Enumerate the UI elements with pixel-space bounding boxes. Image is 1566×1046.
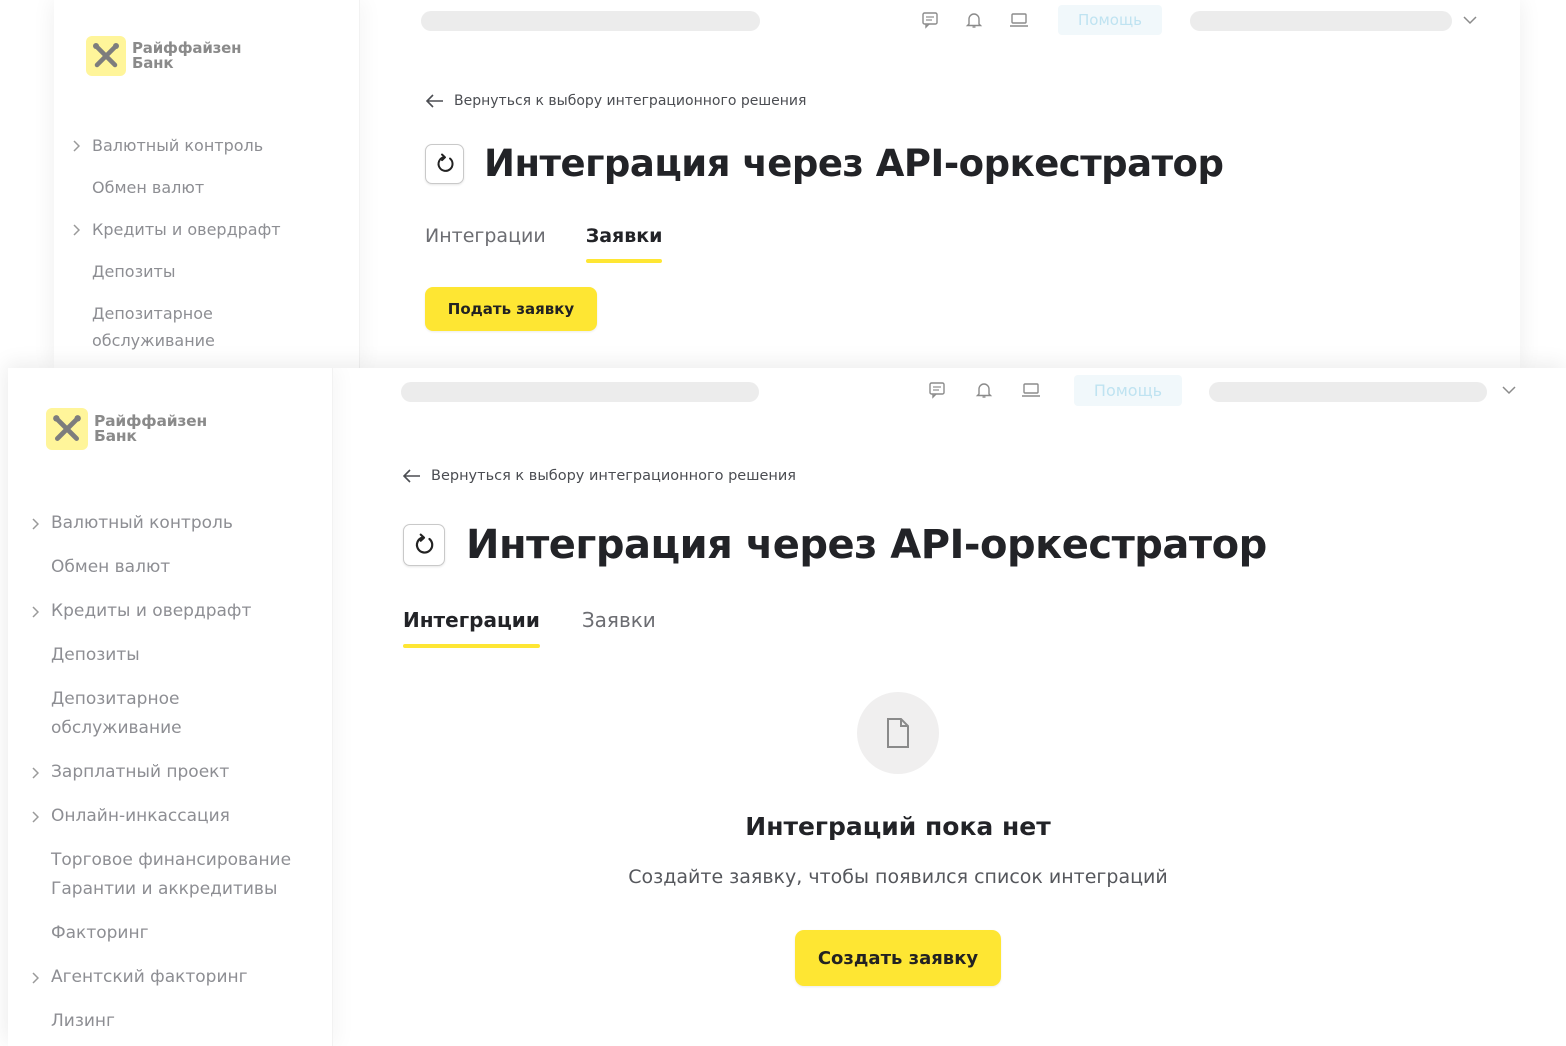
submit-request-button[interactable]: Подать заявку xyxy=(425,287,597,331)
bell-icon[interactable] xyxy=(964,10,984,30)
screen-integrations-tab: Райффайзен Банк Валютный контроль Обмен … xyxy=(8,368,1566,1046)
tab-integrations[interactable]: Интеграции xyxy=(403,608,540,648)
sidebar-nav: Валютный контроль Обмен валют Кредиты и … xyxy=(73,131,281,355)
sidebar-item-label: обслуживание xyxy=(51,718,182,738)
bank-name-line2: Банк xyxy=(132,54,174,72)
chevron-right-icon xyxy=(29,963,41,992)
refresh-icon[interactable] xyxy=(425,143,464,184)
sidebar-item-credits[interactable]: Кредиты и овердрафт xyxy=(73,215,281,244)
sidebar-item-label: Валютный контроль xyxy=(51,513,233,533)
chevron-down-icon[interactable] xyxy=(1501,382,1517,398)
sidebar-item-label: Торговое финансирование xyxy=(51,850,292,870)
sidebar-item-salary-project[interactable]: Зарплатный проект xyxy=(32,758,291,787)
sidebar-item-deposits[interactable]: Депозиты xyxy=(92,257,281,286)
sidebar-item-label: Валютный контроль xyxy=(92,136,264,155)
chevron-down-icon[interactable] xyxy=(1462,12,1478,28)
back-link[interactable]: Вернуться к выбору интеграционного решен… xyxy=(403,468,796,484)
top-header: Помощь xyxy=(360,0,1520,40)
page-title: Интеграция через API-оркестратор xyxy=(466,522,1267,568)
chat-icon[interactable] xyxy=(920,10,940,30)
chevron-right-icon xyxy=(29,509,41,538)
tab-requests[interactable]: Заявки xyxy=(582,608,656,642)
tabs: Интеграции Заявки xyxy=(425,225,662,263)
sidebar-item-label: Кредиты и овердрафт xyxy=(51,601,252,621)
account-selector-skeleton[interactable] xyxy=(1209,382,1487,402)
back-link[interactable]: Вернуться к выбору интеграционного решен… xyxy=(426,93,806,109)
top-header: Помощь xyxy=(333,368,1566,408)
back-link-label: Вернуться к выбору интеграционного решен… xyxy=(431,468,797,484)
help-button[interactable]: Помощь xyxy=(1074,375,1182,406)
sidebar-item-depositary[interactable]: Депозитарное обслуживание xyxy=(92,299,281,355)
chevron-right-icon xyxy=(29,597,41,626)
page-title: Интеграция через API-оркестратор xyxy=(484,142,1224,185)
tab-requests[interactable]: Заявки xyxy=(585,225,662,263)
sidebar-item-credits[interactable]: Кредиты и овердрафт xyxy=(32,597,291,626)
monitor-icon[interactable] xyxy=(1021,380,1041,400)
sidebar-item-agent-factoring[interactable]: Агентский факторинг xyxy=(32,963,291,992)
sidebar-item-label: Агентский факторинг xyxy=(51,967,248,987)
sidebar: Райффайзен Банк Валютный контроль Обмен … xyxy=(8,368,333,1046)
chevron-right-icon xyxy=(29,758,41,787)
bank-logo[interactable]: Райффайзен Банк xyxy=(86,36,241,76)
sidebar: Райффайзен Банк Валютный контроль Обмен … xyxy=(54,0,360,368)
bank-name: Райффайзен Банк xyxy=(94,413,207,445)
empty-state: Интеграций пока нет Создайте заявку, что… xyxy=(403,688,1393,1028)
sidebar-item-currency-exchange[interactable]: Обмен валют xyxy=(92,173,281,202)
chevron-right-icon xyxy=(29,802,41,831)
sidebar-item-label: Гарантии и аккредитивы xyxy=(51,879,278,899)
sidebar-item-trade-finance[interactable]: Торговое финансирование Гарантии и аккре… xyxy=(51,846,291,904)
sidebar-item-leasing[interactable]: Лизинг xyxy=(51,1007,291,1036)
sidebar-item-label: Депозитарное xyxy=(51,689,180,709)
back-link-label: Вернуться к выбору интеграционного решен… xyxy=(454,93,807,109)
document-icon xyxy=(857,692,939,774)
screen-requests-tab: Райффайзен Банк Валютный контроль Обмен … xyxy=(54,0,1520,368)
sidebar-item-label: Факторинг xyxy=(51,923,149,943)
page-header: Интеграция через API-оркестратор xyxy=(403,522,1267,568)
chat-icon[interactable] xyxy=(927,380,947,400)
sidebar-item-depositary[interactable]: Депозитарное обслуживание xyxy=(51,685,291,743)
bank-name: Райффайзен Банк xyxy=(132,41,241,71)
sidebar-item-label: Зарплатный проект xyxy=(51,762,230,782)
arrow-left-icon xyxy=(426,94,443,108)
bank-name-line2: Банк xyxy=(94,427,137,445)
sidebar-item-label: обслуживание xyxy=(92,331,215,350)
chevron-right-icon xyxy=(70,215,82,244)
tab-integrations[interactable]: Интеграции xyxy=(425,225,546,257)
sidebar-item-label: Лизинг xyxy=(51,1011,115,1031)
sidebar-item-currency-control[interactable]: Валютный контроль xyxy=(73,131,281,160)
create-request-button[interactable]: Создать заявку xyxy=(795,930,1001,986)
sidebar-item-label: Обмен валют xyxy=(92,178,205,197)
sidebar-item-label: Депозитарное xyxy=(92,304,213,323)
sidebar-nav: Валютный контроль Обмен валют Кредиты и … xyxy=(32,509,291,1036)
page-header: Интеграция через API-оркестратор xyxy=(425,142,1224,185)
tabs: Интеграции Заявки xyxy=(403,608,656,648)
search-placeholder-skeleton xyxy=(401,382,759,402)
sidebar-item-factoring[interactable]: Факторинг xyxy=(51,919,291,948)
bell-icon[interactable] xyxy=(974,380,994,400)
monitor-icon[interactable] xyxy=(1009,10,1029,30)
chevron-right-icon xyxy=(70,131,82,160)
sidebar-item-label: Онлайн-инкассация xyxy=(51,806,230,826)
search-placeholder-skeleton xyxy=(421,11,760,31)
arrow-left-icon xyxy=(403,469,420,483)
empty-state-title: Интеграций пока нет xyxy=(745,812,1051,841)
sidebar-item-currency-exchange[interactable]: Обмен валют xyxy=(51,553,291,582)
sidebar-item-deposits[interactable]: Депозиты xyxy=(51,641,291,670)
sidebar-item-label: Депозиты xyxy=(51,645,140,665)
refresh-icon[interactable] xyxy=(403,524,445,566)
raiffeisen-logo-icon xyxy=(86,36,126,76)
raiffeisen-logo-icon xyxy=(46,408,88,450)
bank-logo[interactable]: Райффайзен Банк xyxy=(46,408,207,450)
empty-state-subtitle: Создайте заявку, чтобы появился список и… xyxy=(628,866,1168,888)
sidebar-item-currency-control[interactable]: Валютный контроль xyxy=(32,509,291,538)
help-button[interactable]: Помощь xyxy=(1058,5,1162,35)
sidebar-item-label: Депозиты xyxy=(92,262,176,281)
account-selector-skeleton[interactable] xyxy=(1190,11,1452,31)
sidebar-item-label: Обмен валют xyxy=(51,557,171,577)
sidebar-item-label: Кредиты и овердрафт xyxy=(92,220,281,239)
sidebar-item-online-collection[interactable]: Онлайн-инкассация xyxy=(32,802,291,831)
